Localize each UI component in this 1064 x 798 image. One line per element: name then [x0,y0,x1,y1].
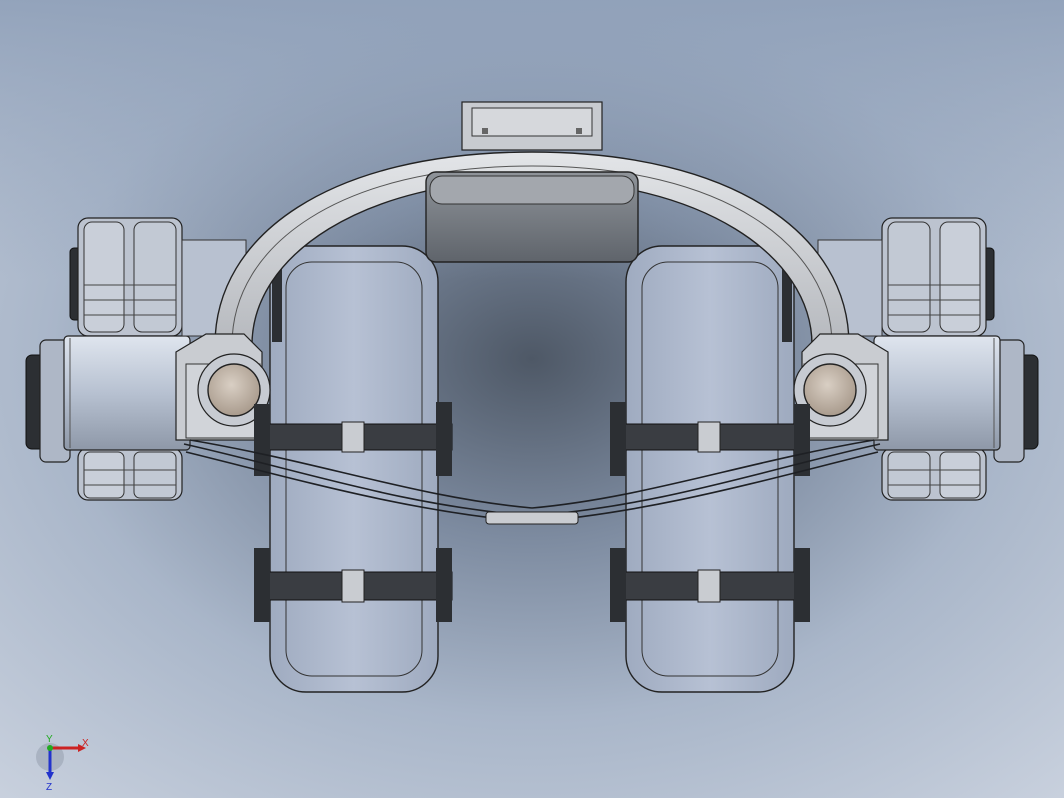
right-pad[interactable] [625,245,795,693]
model-drawing[interactable]: X Y Z [0,0,1064,798]
top-connector[interactable] [461,101,603,151]
y-axis-marker [47,745,53,751]
battery-block[interactable] [425,171,639,263]
y-axis-label: Y [46,734,53,745]
x-axis-label: X [82,738,89,749]
left-motor-body [63,335,191,451]
right-lens [803,363,857,417]
left-pad[interactable] [269,245,439,693]
z-axis-label: Z [46,782,52,793]
cable-connector [485,511,579,525]
right-motor-body [873,335,1001,451]
left-lens [207,363,261,417]
cad-viewport[interactable]: X Y Z [0,0,1064,798]
